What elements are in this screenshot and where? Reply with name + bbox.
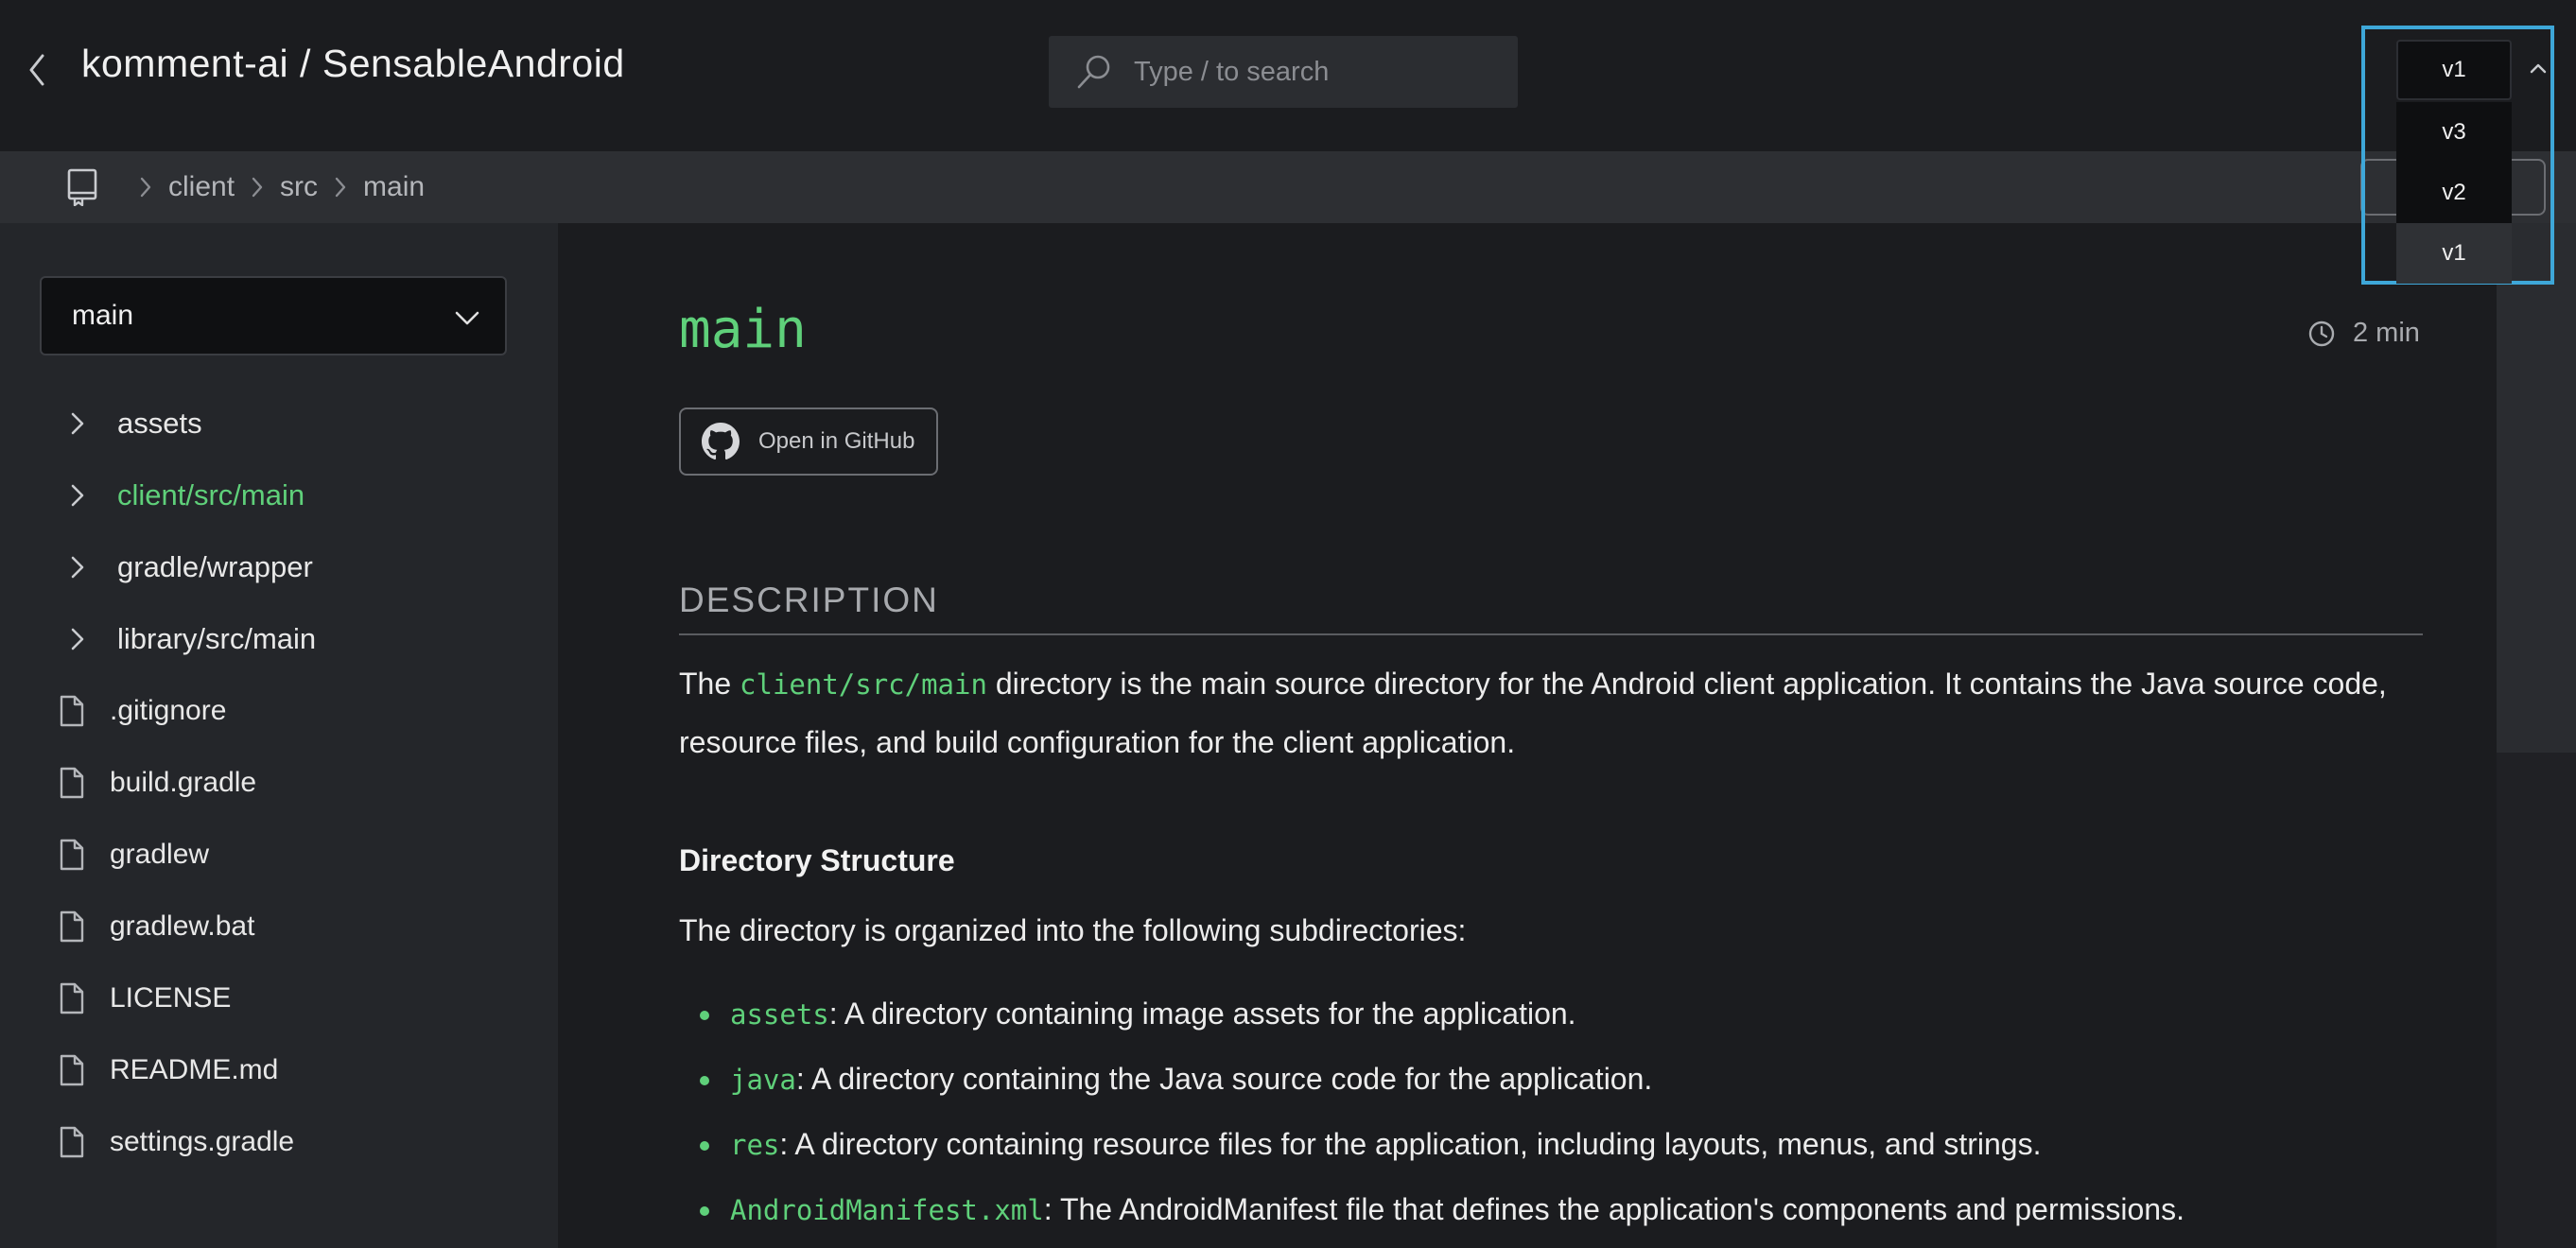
search-placeholder: Type / to search bbox=[1134, 56, 1330, 87]
bullet-dot bbox=[700, 1076, 709, 1085]
bullet-dot bbox=[700, 1011, 709, 1020]
chevron-right-icon bbox=[335, 177, 346, 198]
list-item: res: A directory containing resource fil… bbox=[679, 1112, 2438, 1177]
file-item-readme[interactable]: README.md bbox=[0, 1034, 558, 1106]
file-icon bbox=[60, 910, 84, 943]
file-item-build-gradle[interactable]: build.gradle bbox=[0, 747, 558, 819]
folder-item-gradle-wrapper[interactable]: gradle/wrapper bbox=[0, 531, 558, 603]
doc-content: main 2 min Open in GitHub DESCRIPTION Th… bbox=[558, 223, 2497, 1248]
inline-code: client/src/main bbox=[740, 668, 987, 701]
file-label: settings.gradle bbox=[110, 1126, 295, 1157]
inline-code: java bbox=[730, 1063, 796, 1096]
folder-item-library-src-main[interactable]: library/src/main bbox=[0, 603, 558, 675]
folder-label: gradle/wrapper bbox=[117, 550, 313, 583]
page-title: main bbox=[679, 299, 807, 360]
file-item-gradlew[interactable]: gradlew bbox=[0, 819, 558, 891]
list-item: java: A directory containing the Java so… bbox=[679, 1047, 2438, 1112]
chevron-left-icon bbox=[29, 54, 44, 86]
version-option-v3[interactable]: v3 bbox=[2396, 102, 2512, 163]
file-label: .gitignore bbox=[110, 695, 227, 726]
version-select[interactable]: v1 bbox=[2396, 40, 2512, 100]
breadcrumb-main[interactable]: main bbox=[363, 171, 425, 203]
version-option-v1[interactable]: v1 bbox=[2396, 223, 2512, 284]
search-icon bbox=[1077, 55, 1110, 89]
chevron-right-icon bbox=[71, 556, 84, 579]
description-paragraph: The client/src/main directory is the mai… bbox=[679, 655, 2438, 771]
github-icon bbox=[702, 423, 740, 460]
subheading: Directory Structure bbox=[679, 843, 955, 877]
branch-select[interactable]: main bbox=[40, 276, 507, 355]
file-label: gradlew bbox=[110, 839, 210, 870]
file-label: gradlew.bat bbox=[110, 910, 255, 942]
top-header: komment-ai / SensableAndroid Type / to s… bbox=[0, 0, 2576, 151]
folder-item-client-src-main[interactable]: client/src/main bbox=[0, 459, 558, 531]
folder-label: assets bbox=[117, 407, 202, 440]
chevron-right-icon bbox=[252, 177, 263, 198]
file-label: build.gradle bbox=[110, 767, 257, 798]
bullet-dot bbox=[700, 1141, 709, 1151]
file-label: LICENSE bbox=[110, 982, 232, 1014]
inline-code: assets bbox=[730, 997, 829, 1031]
list-item-text: : A directory containing the Java source… bbox=[795, 1062, 1653, 1096]
file-tree-sidebar: main assets client/src/main gradle/wrapp… bbox=[0, 223, 558, 1248]
list-item: AndroidManifest.xml: The AndroidManifest… bbox=[679, 1177, 2438, 1242]
file-icon bbox=[60, 982, 84, 1014]
open-in-github-label: Open in GitHub bbox=[758, 428, 915, 454]
file-label: README.md bbox=[110, 1054, 279, 1085]
breadcrumb-client[interactable]: client bbox=[168, 171, 235, 203]
file-icon bbox=[60, 1054, 84, 1086]
branch-label: main bbox=[72, 300, 134, 331]
description-text: The bbox=[679, 667, 732, 701]
section-heading: DESCRIPTION bbox=[679, 581, 939, 619]
intro-paragraph: The directory is organized into the foll… bbox=[679, 913, 1467, 947]
inline-code: res bbox=[730, 1128, 780, 1161]
section-divider bbox=[679, 633, 2423, 635]
list-item-text: : The AndroidManifest file that defines … bbox=[1043, 1192, 2184, 1226]
file-item-settings-gradle[interactable]: settings.gradle bbox=[0, 1106, 558, 1178]
version-option-v2[interactable]: v2 bbox=[2396, 163, 2512, 223]
bullet-dot bbox=[700, 1206, 709, 1216]
breadcrumb-src[interactable]: src bbox=[280, 171, 318, 203]
list-item-text: : A directory containing image assets fo… bbox=[828, 997, 1576, 1031]
inline-code: AndroidManifest.xml bbox=[730, 1193, 1044, 1226]
file-icon bbox=[60, 767, 84, 799]
list-item: assets: A directory containing image ass… bbox=[679, 981, 2438, 1047]
file-icon bbox=[60, 695, 84, 727]
read-time: 2 min bbox=[2307, 318, 2420, 349]
bullet-list: assets: A directory containing image ass… bbox=[679, 981, 2438, 1242]
breadcrumb: client src main bbox=[0, 151, 2576, 223]
file-icon bbox=[60, 1126, 84, 1158]
version-options: v3 v2 v1 bbox=[2396, 102, 2512, 284]
chevron-right-icon bbox=[140, 177, 151, 198]
scrollbar-thumb[interactable] bbox=[2497, 223, 2576, 753]
repo-title[interactable]: komment-ai / SensableAndroid bbox=[81, 42, 625, 86]
folder-label: client/src/main bbox=[117, 478, 305, 511]
file-item-license[interactable]: LICENSE bbox=[0, 962, 558, 1034]
repo-book-icon bbox=[67, 168, 97, 206]
chevron-down-icon bbox=[455, 311, 479, 325]
folder-item-assets[interactable]: assets bbox=[0, 388, 558, 459]
clock-icon bbox=[2308, 321, 2335, 346]
chevron-right-icon bbox=[71, 484, 84, 507]
chevron-up-icon[interactable] bbox=[2527, 57, 2550, 79]
chevron-right-icon bbox=[71, 412, 84, 435]
file-tree: assets client/src/main gradle/wrapper li… bbox=[0, 388, 558, 1178]
folder-label: library/src/main bbox=[117, 622, 317, 655]
file-item-gradlew-bat[interactable]: gradlew.bat bbox=[0, 891, 558, 962]
search-input[interactable]: Type / to search bbox=[1049, 36, 1518, 108]
chevron-right-icon bbox=[71, 628, 84, 650]
content-scrollbar[interactable] bbox=[2497, 223, 2576, 1248]
list-item-text: : A directory containing resource files … bbox=[779, 1127, 2042, 1161]
open-in-github-button[interactable]: Open in GitHub bbox=[679, 407, 938, 476]
back-button[interactable] bbox=[23, 53, 51, 87]
file-item-gitignore[interactable]: .gitignore bbox=[0, 675, 558, 747]
file-icon bbox=[60, 839, 84, 871]
read-time-label: 2 min bbox=[2353, 318, 2420, 348]
